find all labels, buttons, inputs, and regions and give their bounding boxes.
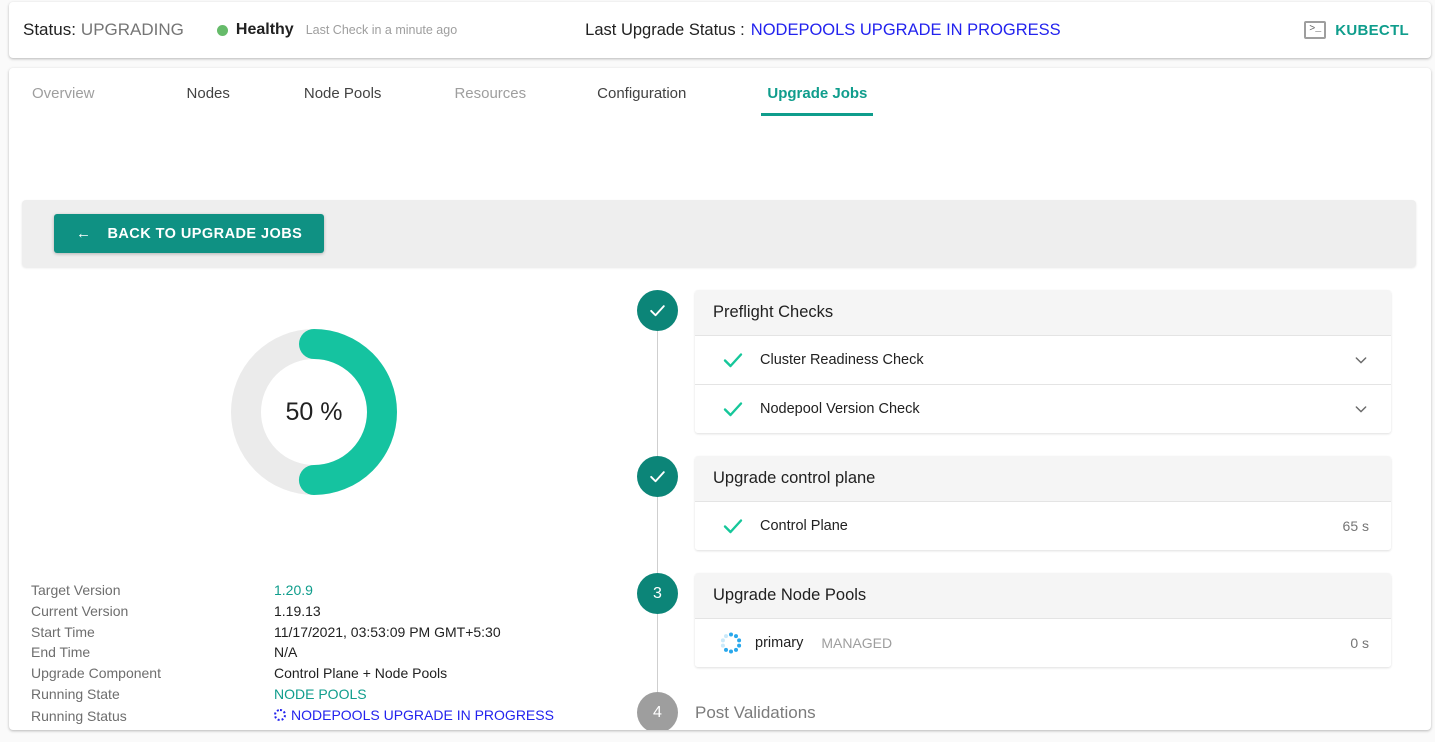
upgrade-detail-list: Target Version 1.20.9 Current Version 1.19.… [22, 582, 619, 728]
last-upgrade-status-label: Last Upgrade Status : [585, 20, 745, 39]
chevron-down-icon[interactable] [1353, 352, 1369, 368]
health-dot-icon [216, 24, 228, 36]
progress-donut-wrap: 50 % [9, 328, 619, 496]
upgrade-stepper: Preflight Checks Cluster Readiness Check N… [637, 290, 1397, 730]
detail-value: 1.20.9 [274, 582, 313, 598]
step-task-row[interactable]: Cluster Readiness Check [695, 335, 1391, 384]
detail-row: Start Time 11/17/2021, 03:53:09 PM GMT+5:… [22, 624, 619, 645]
last-upgrade-status-group: Last Upgrade Status : NODEPOOLS UPGRADE … [585, 21, 1061, 40]
detail-value: Control Plane + Node Pools [274, 665, 448, 682]
step-title: Preflight Checks [695, 290, 1391, 335]
tab-overview[interactable]: Overview [26, 85, 101, 116]
step-panel: Preflight Checks Cluster Readiness Check N… [695, 290, 1391, 433]
step-number: 3 [653, 584, 662, 602]
step-number: 4 [653, 703, 662, 721]
terminal-icon: >_ [1304, 21, 1327, 39]
step-title: Upgrade Node Pools [695, 573, 1391, 618]
page-root: Status: UPGRADING Healthy Last Check in … [0, 0, 1435, 742]
detail-key: Target Version [31, 582, 121, 598]
detail-key: Running State [31, 685, 120, 702]
task-duration: 0 s [1350, 635, 1369, 651]
task-duration: 65 s [1342, 518, 1369, 534]
tab-upgrade-jobs[interactable]: Upgrade Jobs [761, 85, 874, 116]
detail-key: End Time [31, 644, 91, 661]
step-title: Upgrade control plane [695, 456, 1391, 501]
detail-row: Upgrade Component Control Plane + Node Po… [22, 665, 619, 686]
step-complete-icon [637, 290, 678, 331]
detail-row: Running State NODE POOLS [22, 686, 619, 707]
arrow-left-icon: ← [76, 225, 92, 242]
task-label: primary [755, 635, 804, 651]
task-sublabel: MANAGED [821, 635, 893, 651]
cluster-status-card: Status: UPGRADING Healthy Last Check in … [9, 2, 1431, 58]
detail-value: N/A [274, 644, 298, 661]
upgrade-summary-column: 50 % Target Version 1.20.9 Current Version… [9, 273, 619, 728]
status-value: UPGRADING [80, 20, 184, 39]
detail-value-text: NODEPOOLS UPGRADE IN PROGRESS [291, 706, 554, 723]
detail-row: Running Status NODEPOOLS UPGRADE IN PROGR… [22, 707, 619, 728]
status-label: Status: [23, 20, 76, 39]
task-label: Control Plane [760, 518, 848, 534]
tab-node-pools[interactable]: Node Pools [298, 85, 388, 116]
stepper-step: Upgrade control plane Control Plane 65 s [637, 456, 1397, 550]
progress-percent-label: 50 % [285, 397, 343, 426]
detail-row: Target Version 1.20.9 [22, 582, 619, 603]
task-label: Nodepool Version Check [760, 401, 920, 417]
detail-key: Start Time [31, 623, 95, 640]
detail-value: 11/17/2021, 03:53:09 PM GMT+5:30 [274, 623, 501, 640]
step-panel: Upgrade Node Pools primary MANAGED 0 s [695, 573, 1391, 667]
detail-key: Current Version [31, 602, 129, 619]
detail-value: NODE POOLS [274, 685, 367, 702]
back-to-upgrade-jobs-button[interactable]: ← BACK TO UPGRADE JOBS [54, 214, 325, 253]
stepper-step: 4 Post Validations [637, 692, 1397, 730]
task-label: Cluster Readiness Check [760, 352, 924, 368]
last-upgrade-status-value[interactable]: NODEPOOLS UPGRADE IN PROGRESS [751, 21, 1061, 40]
detail-row: Current Version 1.19.13 [22, 603, 619, 624]
kubectl-label: KUBECTL [1335, 21, 1409, 39]
tab-bar: Overview Nodes Node Pools Resources Configur… [9, 68, 1431, 121]
detail-key: Running Status [31, 707, 127, 724]
main-content-card: Overview Nodes Node Pools Resources Configur… [9, 68, 1431, 730]
check-icon [721, 348, 745, 372]
stepper-steps: Preflight Checks Cluster Readiness Check N… [637, 290, 1397, 730]
loading-spinner-icon [719, 631, 743, 655]
stepper-step: 3 Upgrade Node Pools primary MANAGED 0 s [637, 573, 1397, 667]
progress-donut: 50 % [230, 328, 398, 496]
step-number-badge: 3 [637, 573, 678, 614]
step-title: Post Validations [695, 703, 816, 722]
step-panel: Upgrade control plane Control Plane 65 s [695, 456, 1391, 550]
check-icon [721, 514, 745, 538]
loading-spinner-icon [274, 708, 286, 721]
detail-key: Upgrade Component [31, 665, 161, 682]
tab-resources[interactable]: Resources [448, 85, 532, 116]
check-icon [721, 397, 745, 421]
tab-nodes[interactable]: Nodes [181, 85, 236, 116]
status-group: Status: UPGRADING [9, 20, 184, 40]
step-complete-icon [637, 456, 678, 497]
kubectl-button[interactable]: >_ KUBECTL [1304, 21, 1409, 39]
tab-configuration[interactable]: Configuration [591, 85, 692, 116]
detail-value: 1.19.13 [274, 602, 321, 619]
back-button-label: BACK TO UPGRADE JOBS [107, 225, 303, 242]
step-number-badge: 4 [637, 692, 678, 730]
detail-value[interactable]: NODEPOOLS UPGRADE IN PROGRESS [274, 707, 554, 723]
chevron-down-icon[interactable] [1353, 401, 1369, 417]
health-group: Healthy Last Check in a minute ago [216, 21, 458, 39]
step-task-row[interactable]: primary MANAGED 0 s [695, 618, 1391, 667]
health-label: Healthy [235, 21, 294, 38]
step-task-row[interactable]: Nodepool Version Check [695, 384, 1391, 433]
last-check-label: Last Check in a minute ago [305, 23, 458, 37]
toolbar-band: ← BACK TO UPGRADE JOBS [22, 200, 1416, 267]
stepper-step: Preflight Checks Cluster Readiness Check N… [637, 290, 1397, 433]
detail-row: End Time N/A [22, 644, 619, 665]
step-task-row[interactable]: Control Plane 65 s [695, 501, 1391, 550]
